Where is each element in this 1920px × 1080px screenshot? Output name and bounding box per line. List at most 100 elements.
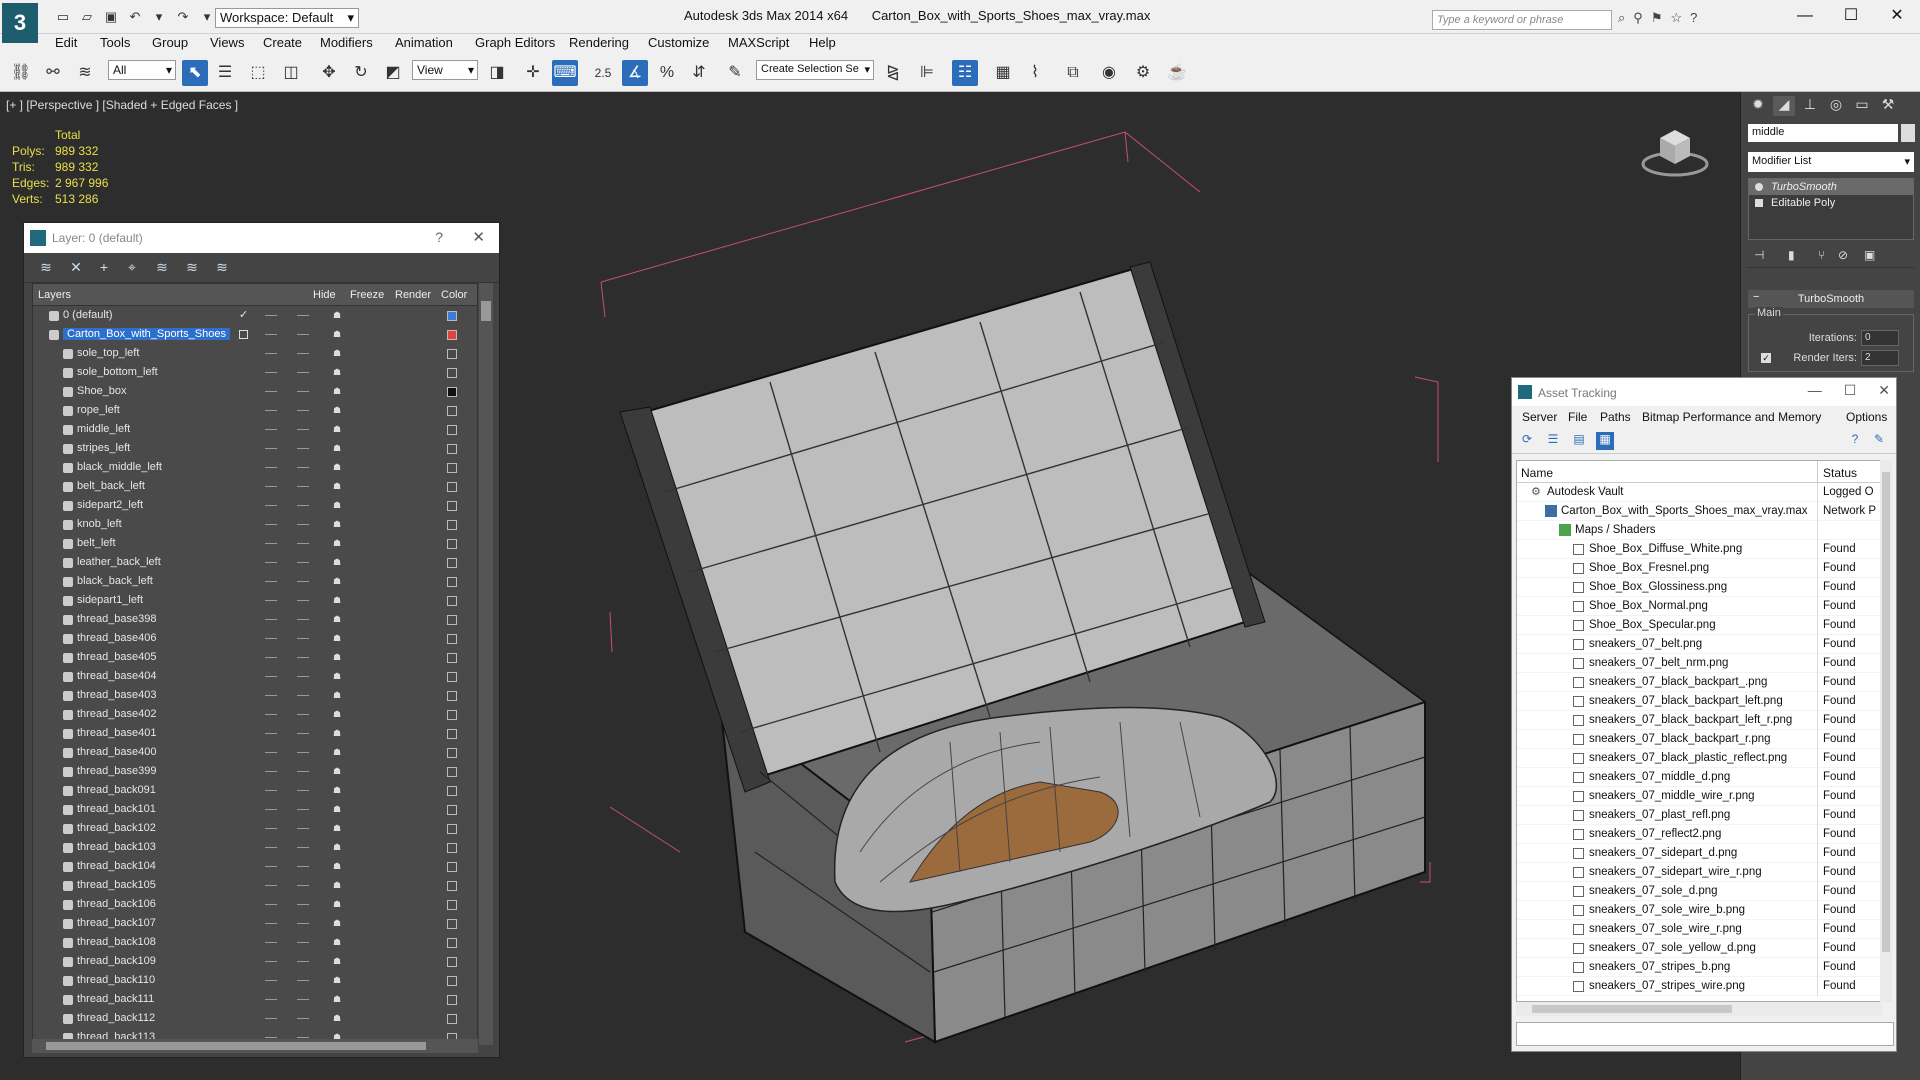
stack-item-turbosmooth[interactable]: TurboSmooth <box>1749 179 1913 195</box>
teapot-render-icon[interactable]: ☗ <box>333 690 343 700</box>
window-crossing-icon[interactable]: ◫ <box>278 60 304 86</box>
teapot-render-icon[interactable]: ☗ <box>333 633 343 643</box>
freeze-toggle[interactable] <box>297 980 309 981</box>
maximize-icon[interactable]: ☐ <box>1828 0 1874 32</box>
hide-toggle[interactable] <box>265 372 277 373</box>
select-and-link-icon[interactable]: ⛓ <box>8 60 34 86</box>
render-iters-checkbox[interactable]: ✓ <box>1761 353 1771 363</box>
asset-row[interactable]: sneakers_07_stripes_wire.png Found <box>1517 977 1881 996</box>
col-name[interactable]: Name <box>1521 466 1553 480</box>
layer-color-swatch[interactable] <box>447 729 457 739</box>
layer-color-swatch[interactable] <box>447 311 457 321</box>
layer-row[interactable]: thread_base402 ☗ <box>33 705 477 724</box>
layer-color-swatch[interactable] <box>447 558 457 568</box>
layer-row[interactable]: thread_back105 ☗ <box>33 876 477 895</box>
hide-toggle[interactable] <box>265 752 277 753</box>
hide-toggle[interactable] <box>265 733 277 734</box>
layer-row[interactable]: thread_base400 ☗ <box>33 743 477 762</box>
asset-row[interactable]: sneakers_07_belt_nrm.png Found <box>1517 654 1881 673</box>
lightbulb-icon[interactable] <box>1755 183 1763 191</box>
asset-row[interactable]: sneakers_07_sidepart_wire_r.png Found <box>1517 863 1881 882</box>
teapot-render-icon[interactable]: ☗ <box>333 918 343 928</box>
freeze-toggle[interactable] <box>297 885 309 886</box>
layer-color-swatch[interactable] <box>447 957 457 967</box>
asset-row[interactable]: ⚙ Autodesk Vault Logged O <box>1517 483 1881 502</box>
asset-row[interactable]: sneakers_07_middle_wire_r.png Found <box>1517 787 1881 806</box>
teapot-render-icon[interactable]: ☗ <box>333 766 343 776</box>
asset-menu-bitmap-performance[interactable]: Bitmap Performance and Memory <box>1642 410 1821 424</box>
layer-color-swatch[interactable] <box>447 995 457 1005</box>
layer-color-swatch[interactable] <box>447 634 457 644</box>
teapot-render-icon[interactable]: ☗ <box>333 614 343 624</box>
pivot-center-icon[interactable]: ◨ <box>484 60 510 86</box>
freeze-toggle[interactable] <box>297 410 309 411</box>
teapot-render-icon[interactable]: ☗ <box>333 956 343 966</box>
teapot-render-icon[interactable]: ☗ <box>333 500 343 510</box>
scale-icon[interactable]: ◩ <box>380 60 406 86</box>
menu-edit[interactable]: Edit <box>55 35 77 50</box>
layer-name[interactable]: leather_back_left <box>77 556 161 568</box>
menu-maxscript[interactable]: MAXScript <box>728 35 789 50</box>
layer-row[interactable]: rope_left ☗ <box>33 401 477 420</box>
layer-color-swatch[interactable] <box>447 577 457 587</box>
asset-row[interactable]: Shoe_Box_Specular.png Found <box>1517 616 1881 635</box>
layer-name[interactable]: thread_back109 <box>77 955 156 967</box>
teapot-render-icon[interactable]: ☗ <box>333 842 343 852</box>
hide-toggle[interactable] <box>265 695 277 696</box>
teapot-render-icon[interactable]: ☗ <box>333 519 343 529</box>
freeze-all-layers-icon[interactable]: ≋ <box>212 259 232 277</box>
bind-space-warp-icon[interactable]: ≋ <box>72 60 98 86</box>
help-icon[interactable]: ? <box>1690 10 1697 26</box>
mirror-icon[interactable]: ⧎ <box>880 60 906 86</box>
hide-toggle[interactable] <box>265 486 277 487</box>
layer-name[interactable]: Shoe_box <box>77 385 127 397</box>
freeze-toggle[interactable] <box>297 334 309 335</box>
freeze-toggle[interactable] <box>297 391 309 392</box>
layer-row[interactable]: thread_back109 ☗ <box>33 952 477 971</box>
show-end-result-icon[interactable]: ▮ <box>1788 248 1795 262</box>
layer-name[interactable]: knob_left <box>77 518 122 530</box>
modify-tab-icon[interactable]: ◢ <box>1773 96 1795 116</box>
asset-row[interactable]: sneakers_07_sidepart_d.png Found <box>1517 844 1881 863</box>
graphite-ribbon-icon[interactable]: ▦ <box>990 60 1016 86</box>
freeze-toggle[interactable] <box>297 733 309 734</box>
close-icon[interactable]: ✕ <box>1874 0 1920 32</box>
layer-help-button[interactable]: ? <box>435 229 443 245</box>
layer-name[interactable]: black_back_left <box>77 575 153 587</box>
layer-row[interactable]: sidepart2_left ☗ <box>33 496 477 515</box>
menu-modifiers[interactable]: Modifiers <box>320 35 373 50</box>
layer-name[interactable]: thread_back104 <box>77 860 156 872</box>
asset-row[interactable]: sneakers_07_black_backpart_left_r.png Fou… <box>1517 711 1881 730</box>
hierarchy-tab-icon[interactable]: ⊥ <box>1799 96 1821 116</box>
percent-snap-icon[interactable]: % <box>654 60 680 86</box>
viewport-label[interactable]: [+ ] [Perspective ] [Shaded + Edged Face… <box>6 98 238 112</box>
freeze-toggle[interactable] <box>297 904 309 905</box>
move-icon[interactable]: ✥ <box>316 60 342 86</box>
layer-name[interactable]: thread_base398 <box>77 613 157 625</box>
hide-toggle[interactable] <box>265 657 277 658</box>
edit-named-selection-icon[interactable]: ✎ <box>722 60 748 86</box>
hide-toggle[interactable] <box>265 334 277 335</box>
hide-toggle[interactable] <box>265 923 277 924</box>
col-hide[interactable]: Hide <box>313 289 336 301</box>
layer-row[interactable]: thread_base403 ☗ <box>33 686 477 705</box>
minimize-icon[interactable]: — <box>1808 382 1822 399</box>
menu-create[interactable]: Create <box>263 35 302 50</box>
teapot-render-icon[interactable]: ☗ <box>333 671 343 681</box>
freeze-toggle[interactable] <box>297 809 309 810</box>
freeze-toggle[interactable] <box>297 676 309 677</box>
freeze-toggle[interactable] <box>297 790 309 791</box>
layer-color-swatch[interactable] <box>447 976 457 986</box>
hide-toggle[interactable] <box>265 581 277 582</box>
iterations-spinner[interactable]: 0 <box>1861 330 1899 346</box>
asset-row[interactable]: sneakers_07_black_plastic_reflect.png Fou… <box>1517 749 1881 768</box>
freeze-toggle[interactable] <box>297 524 309 525</box>
teapot-render-icon[interactable]: ☗ <box>333 880 343 890</box>
asset-menu-server[interactable]: Server <box>1522 410 1557 424</box>
layer-name[interactable]: thread_back105 <box>77 879 156 891</box>
layer-color-swatch[interactable] <box>447 330 457 340</box>
asset-row[interactable]: Maps / Shaders <box>1517 521 1881 540</box>
hide-toggle[interactable] <box>265 1037 277 1038</box>
stack-item-editable-poly[interactable]: Editable Poly <box>1749 195 1913 211</box>
workspace-select[interactable]: Workspace: Default ▾ <box>215 8 359 28</box>
